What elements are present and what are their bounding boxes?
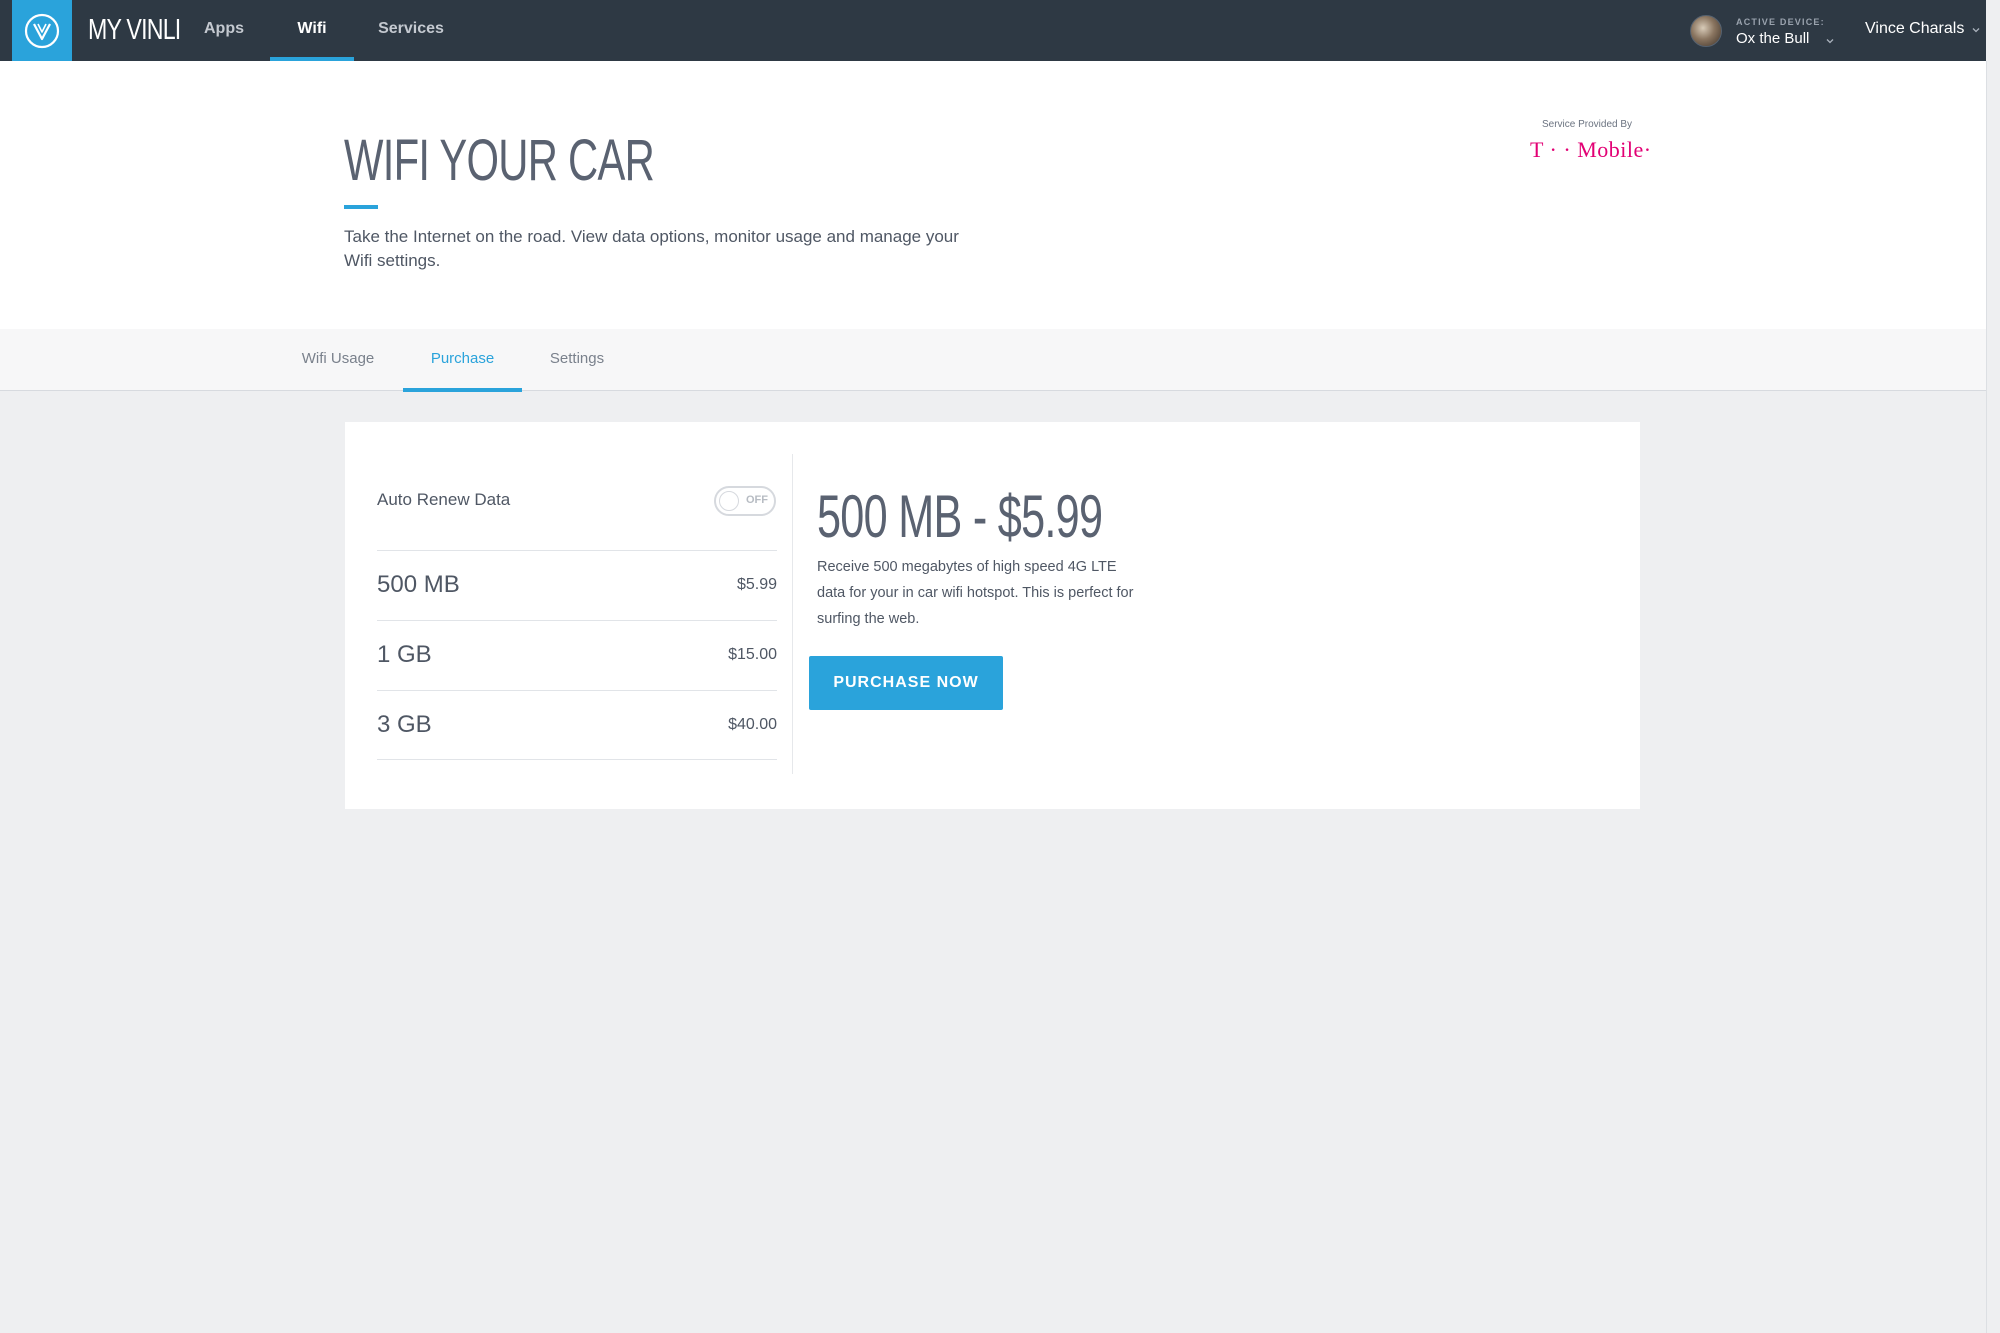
tab-wifi-usage[interactable]: Wifi Usage	[294, 329, 382, 391]
auto-renew-label: Auto Renew Data	[377, 490, 511, 509]
chevron-down-icon[interactable]	[1825, 36, 1835, 46]
tab-purchase[interactable]: Purchase	[403, 329, 522, 392]
selected-plan-description: Receive 500 megabytes of high speed 4G L…	[817, 559, 1134, 627]
scrollbar-track[interactable]	[1986, 61, 2000, 1333]
page-title: WIFI YOUR CAR	[344, 128, 655, 193]
nav-item-apps[interactable]: Apps	[198, 0, 250, 61]
nav-item-services[interactable]: Services	[372, 0, 450, 61]
top-navigation-bar: MY VINLI Apps Wifi Services ACTIVE DEVIC…	[0, 0, 1986, 61]
page-header: WIFI YOUR CAR Take the Internet on the r…	[0, 61, 1986, 329]
active-device-label: ACTIVE DEVICE:	[1736, 17, 1825, 27]
card-divider	[792, 454, 793, 774]
nav-item-wifi[interactable]: Wifi	[270, 0, 354, 61]
plan-price: $40.00	[728, 716, 777, 733]
selected-plan-title: 500 MB - $5.99	[817, 483, 1103, 550]
title-underline	[344, 205, 378, 209]
page-description: Take the Internet on the road. View data…	[344, 227, 959, 270]
brand-name[interactable]: MY VINLI	[88, 11, 181, 49]
toggle-knob	[719, 491, 739, 511]
active-device-selector[interactable]: Ox the Bull	[1736, 30, 1809, 47]
t-mobile-logo: T · · Mobile·	[1530, 137, 1652, 162]
provider-label: Service Provided By	[1542, 119, 1633, 130]
user-menu[interactable]: Vince Charals	[1865, 20, 1964, 38]
subtab-bar: Wifi Usage Purchase Settings	[0, 329, 1986, 392]
purchase-now-button[interactable]: PURCHASE NOW	[809, 656, 1003, 710]
toggle-state-label: OFF	[746, 494, 768, 506]
plan-option-3gb[interactable]: 3 GB $40.00	[377, 690, 777, 760]
auto-renew-toggle[interactable]: OFF	[714, 486, 776, 516]
plan-name: 500 MB	[377, 571, 460, 598]
plan-price: $5.99	[736, 576, 777, 593]
chevron-down-icon[interactable]	[1971, 25, 1981, 35]
plan-option-500mb[interactable]: 500 MB $5.99	[377, 550, 777, 620]
vinli-logo-icon	[24, 13, 60, 48]
plan-option-1gb[interactable]: 1 GB $15.00	[377, 620, 777, 690]
plan-name: 3 GB	[377, 711, 432, 738]
plan-name: 1 GB	[377, 641, 432, 668]
purchase-card: Auto Renew Data OFF 500 MB $5.99 1 GB $1…	[345, 422, 1640, 809]
tab-settings[interactable]: Settings	[542, 329, 612, 391]
device-avatar[interactable]	[1690, 15, 1722, 47]
plan-price: $15.00	[728, 646, 777, 663]
vinli-logo[interactable]	[12, 0, 72, 61]
